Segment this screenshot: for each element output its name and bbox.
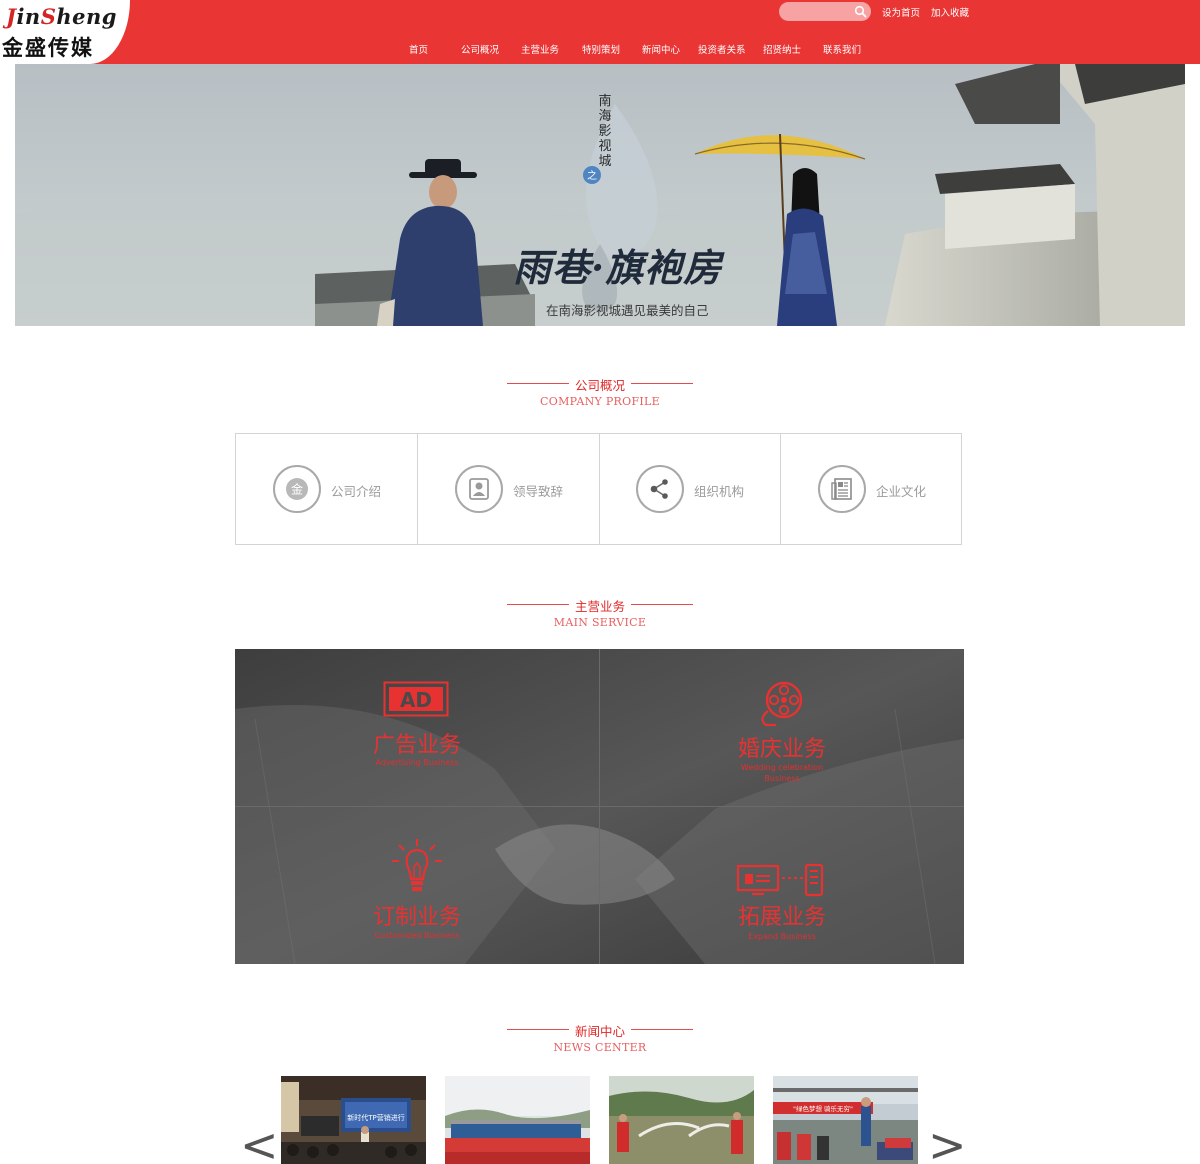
section-title-profile: 公司概况 COMPANY PROFILE (0, 375, 1200, 408)
company-intro-icon-glyph: 金 (286, 478, 308, 500)
profile-card-label: 公司介绍 (331, 484, 382, 499)
banner-badge-text: 之 (587, 171, 597, 182)
lightbulb-icon (392, 839, 442, 891)
service-subtitle: Business (764, 774, 800, 783)
svg-text:金: 金 (291, 482, 303, 497)
section-title-en: MAIN SERVICE (553, 616, 647, 629)
ad-icon: AD (383, 681, 449, 717)
site-header: JinSheng 金盛传媒 设为首页 加入收藏 首页 公司概况 主营业务 特别策… (0, 0, 1200, 64)
news-photo-cycling: "绿色梦想 骑乐无穷" (773, 1076, 918, 1164)
logo-english: JinSheng (6, 4, 117, 29)
section-title-cn: 主营业务 (574, 599, 625, 614)
section-title-service: 主营业务 MAIN SERVICE (0, 596, 1200, 629)
organization-icon-glyph (650, 479, 668, 499)
banner-vertical-char: 影 (598, 124, 612, 139)
title-divider (631, 383, 693, 384)
banner-title: 雨巷·旗袍房 (513, 245, 723, 290)
monitor-phone-icon (736, 863, 824, 897)
profile-card-intro[interactable]: 金 公司介绍 (236, 434, 418, 544)
service-customized[interactable]: 订制业务 Customized Business (235, 807, 599, 964)
nav-special-planning[interactable]: 特别策划 (582, 42, 620, 56)
banner-vertical-char: 视 (598, 139, 612, 154)
svg-text:AD: AD (400, 688, 432, 712)
main-service-grid: AD 广告业务 Advertising Business 婚庆业务 Weddin… (235, 649, 964, 964)
add-favorite-link[interactable]: 加入收藏 (931, 5, 969, 19)
banner-subtitle: 在南海影视城遇见最美的自己 (546, 303, 709, 318)
nav-news-center[interactable]: 新闻中心 (642, 42, 680, 56)
title-divider (507, 604, 569, 605)
service-wedding[interactable]: 婚庆业务 Wedding celebration Business (600, 649, 964, 806)
news-thumbnail[interactable] (609, 1076, 754, 1164)
profile-card-culture[interactable]: 企业文化 (781, 434, 963, 544)
news-photo-conference: 新时代TP营销进行 (281, 1076, 426, 1164)
section-title-cn: 公司概况 (574, 378, 625, 393)
service-title: 婚庆业务 (737, 737, 826, 762)
profile-card-leader[interactable]: 领导致辞 (418, 434, 600, 544)
news-photo-firedrill (609, 1076, 754, 1164)
leader-icon (455, 465, 503, 513)
culture-icon-glyph (831, 478, 852, 500)
service-title: 广告业务 (372, 733, 461, 758)
news-thumbnail[interactable] (445, 1076, 590, 1164)
service-title: 订制业务 (372, 905, 461, 930)
news-next-arrow[interactable]: > (928, 1122, 967, 1164)
section-title-en: NEWS CENTER (553, 1041, 647, 1054)
nav-contact-us[interactable]: 联系我们 (823, 42, 861, 56)
service-expand[interactable]: 拓展业务 Expand Business (600, 807, 964, 964)
section-title-news: 新闻中心 NEWS CENTER (0, 1021, 1200, 1054)
title-divider (507, 1029, 569, 1030)
svg-text:新时代TP营销进行: 新时代TP营销进行 (347, 1113, 405, 1122)
main-nav: 首页 公司概况 主营业务 特别策划 新闻中心 投资者关系 招贤纳士 联系我们 (0, 42, 1200, 56)
section-title-en: COMPANY PROFILE (540, 395, 660, 408)
service-subtitle: Advertising Business (375, 758, 459, 767)
profile-card-organization[interactable]: 组织机构 (600, 434, 781, 544)
service-subtitle: Customized Business (374, 931, 460, 940)
search-icon[interactable] (854, 5, 867, 18)
banner-vertical-text: 南 海 影 视 城 (597, 94, 613, 169)
service-subtitle: Wedding celebration (740, 763, 824, 772)
section-title-cn: 新闻中心 (574, 1024, 625, 1039)
service-title: 拓展业务 (737, 905, 826, 930)
banner-vertical-char: 南 (598, 94, 612, 109)
leader-icon-glyph (469, 478, 489, 500)
nav-home[interactable]: 首页 (409, 42, 428, 56)
news-thumbnail[interactable]: "绿色梦想 骑乐无穷" (773, 1076, 918, 1164)
banner-vertical-char: 城 (598, 154, 612, 169)
search-input[interactable] (787, 4, 853, 19)
nav-investor-relations[interactable]: 投资者关系 (698, 42, 746, 56)
search-box (779, 2, 871, 21)
nav-company-profile[interactable]: 公司概况 (461, 42, 499, 56)
culture-icon (818, 465, 866, 513)
news-prev-arrow[interactable]: < (240, 1122, 279, 1164)
service-subtitle: Expand Business (748, 932, 816, 941)
hero-banner[interactable]: 南 海 影 视 城 之 雨巷·旗袍房 在南海影视城遇见最美的自己 (15, 64, 1185, 326)
service-advertising[interactable]: AD 广告业务 Advertising Business (235, 649, 599, 806)
film-reel-icon (761, 681, 803, 727)
title-divider (631, 604, 693, 605)
set-homepage-link[interactable]: 设为首页 (882, 5, 920, 19)
svg-text:"绿色梦想 骑乐无穷": "绿色梦想 骑乐无穷" (793, 1104, 853, 1113)
organization-icon (636, 465, 684, 513)
banner-vertical-char: 海 (598, 109, 612, 124)
news-photo-group (445, 1076, 590, 1164)
nav-main-service[interactable]: 主营业务 (521, 42, 559, 56)
company-intro-icon: 金 (273, 465, 321, 513)
nav-recruitment[interactable]: 招贤纳士 (763, 42, 801, 56)
title-divider (507, 383, 569, 384)
news-thumbnail[interactable]: 新时代TP营销进行 (281, 1076, 426, 1164)
company-profile-cards: 金 公司介绍 领导致辞 组织机构 企业文化 (235, 433, 962, 545)
title-divider (631, 1029, 693, 1030)
profile-card-label: 组织机构 (694, 484, 745, 499)
profile-card-label: 企业文化 (876, 484, 927, 499)
profile-card-label: 领导致辞 (513, 484, 564, 499)
